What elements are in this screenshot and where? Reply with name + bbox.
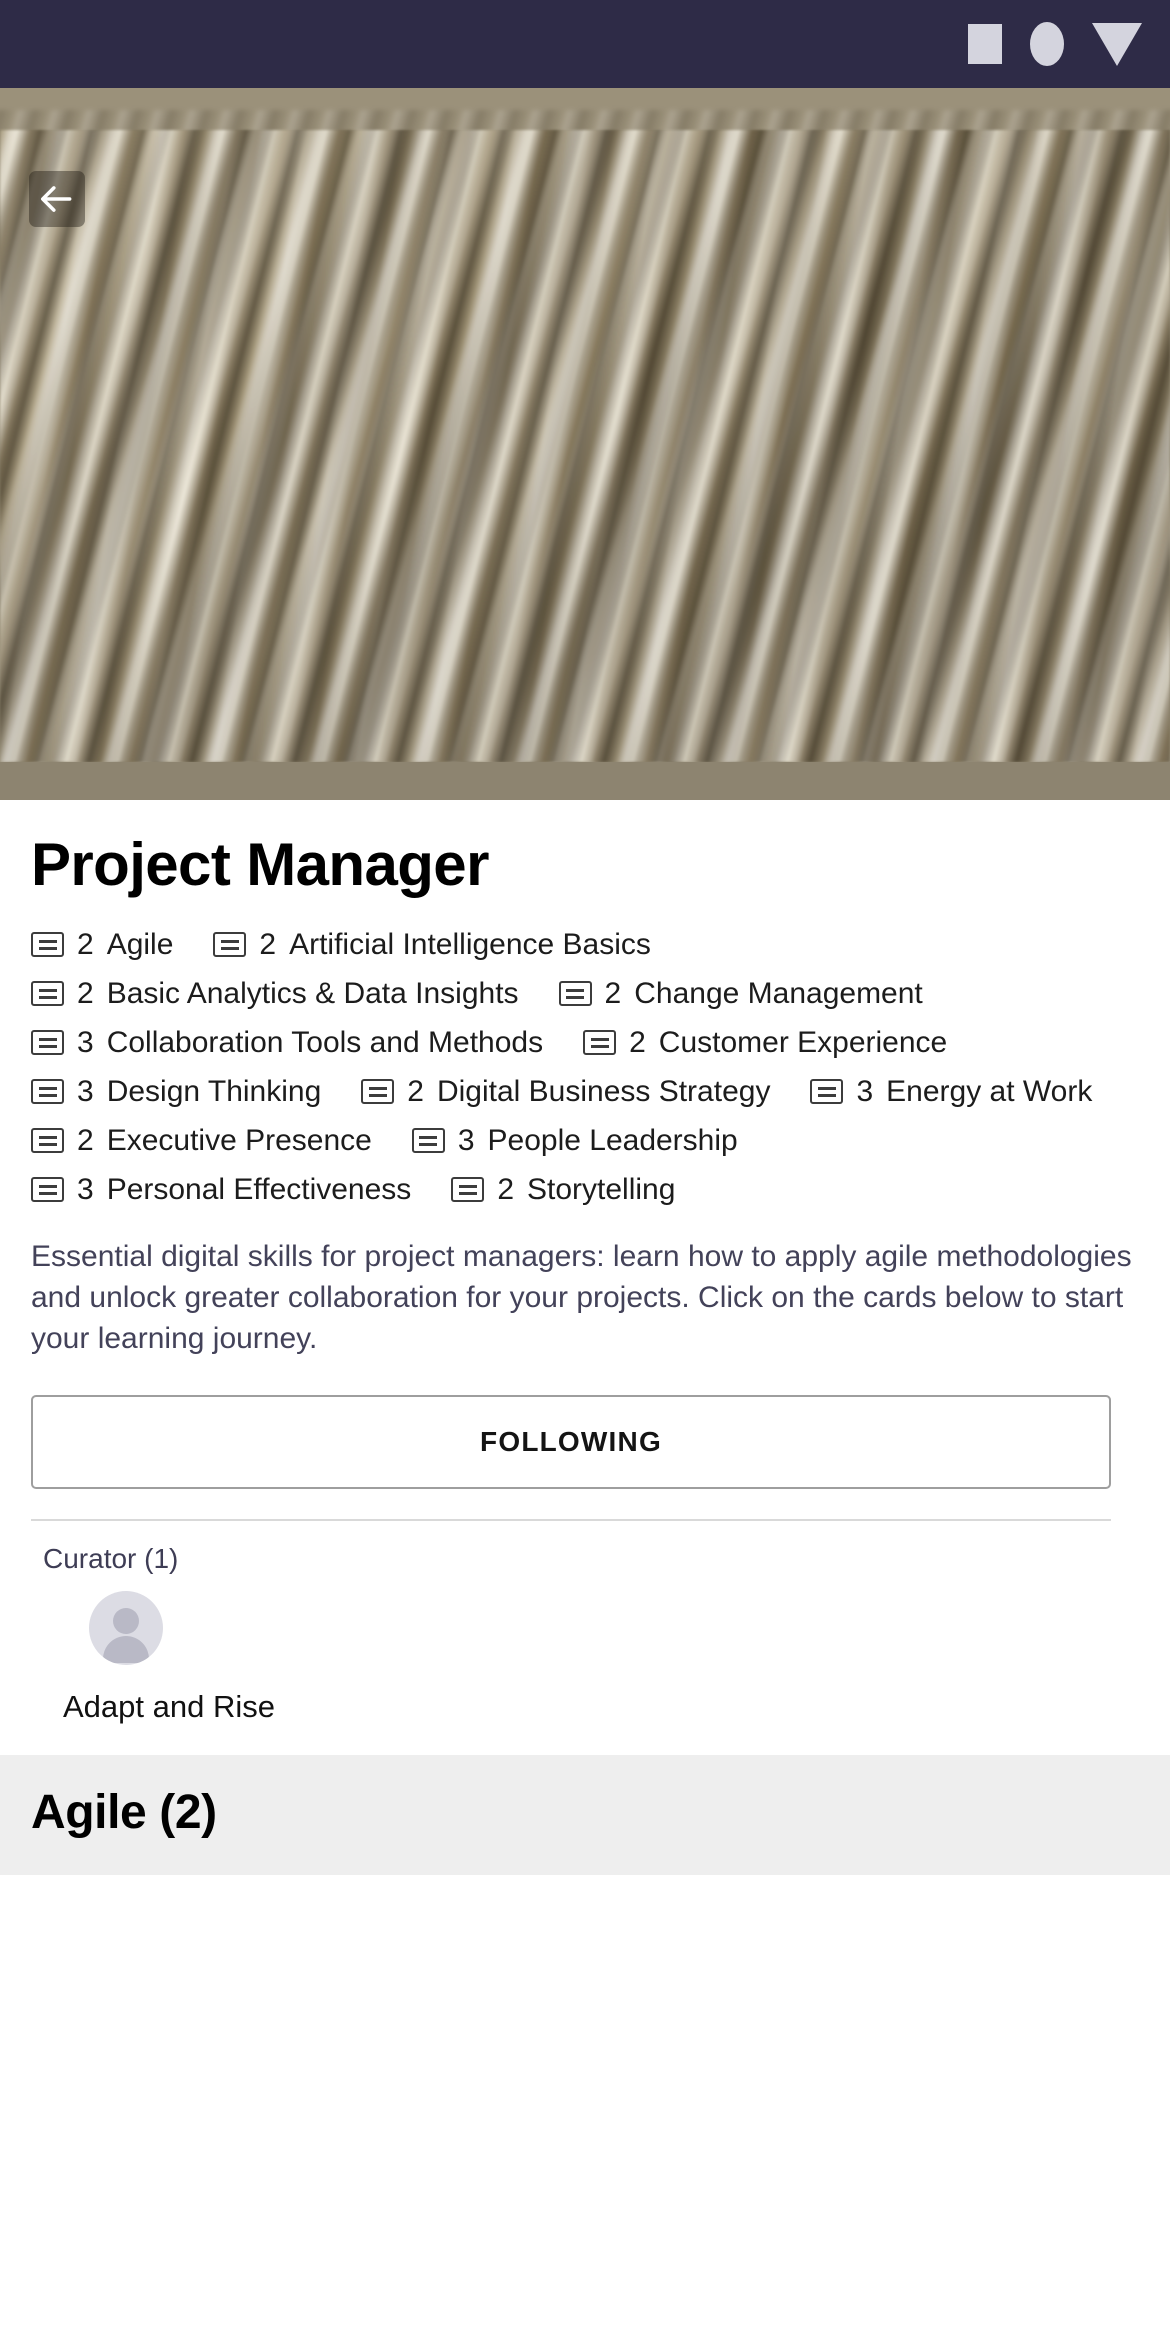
curator-heading: Curator (1) (43, 1543, 179, 1575)
card-icon (31, 1128, 64, 1153)
card-icon (31, 1079, 64, 1104)
next-section: Agile (2) (0, 1755, 1170, 1876)
triangle-down-icon (1092, 22, 1142, 66)
square-icon (968, 24, 1002, 64)
card-icon (213, 932, 247, 957)
hero-image (0, 88, 1170, 800)
person-placeholder-icon (89, 1591, 163, 1666)
page-title: Project Manager (31, 831, 489, 898)
skill-tag[interactable]: 2 Basic Analytics & Data Insights (31, 969, 519, 1018)
card-icon (31, 1177, 64, 1202)
skill-tag-label: Basic Analytics & Data Insights (106, 976, 519, 1010)
skill-tag[interactable]: 3 Collaboration Tools and Methods (31, 1018, 543, 1067)
card-icon (31, 1030, 64, 1055)
curator-name: Adapt and Rise (63, 1689, 275, 1725)
skill-tag-count: 2 (497, 1172, 514, 1206)
skill-tag[interactable]: 2 Storytelling (451, 1165, 675, 1214)
skill-tag-count: 2 (407, 1074, 424, 1108)
skill-tag-label: Customer Experience (658, 1025, 948, 1059)
hero-photo-sand-ripples (0, 130, 1170, 762)
skill-tag-count: 3 (77, 1025, 94, 1059)
card-icon (361, 1079, 395, 1104)
card-icon (583, 1030, 617, 1055)
skill-tag[interactable]: 3 Energy at Work (810, 1067, 1092, 1116)
following-button[interactable]: FOLLOWING (31, 1395, 1111, 1490)
skill-tag-label: Collaboration Tools and Methods (106, 1025, 544, 1059)
card-icon (31, 932, 64, 957)
skill-tag-label: Executive Presence (106, 1123, 372, 1157)
section-divider (31, 1519, 1111, 1522)
skill-tag-label: Storytelling (527, 1172, 676, 1206)
skill-tag-label: Design Thinking (106, 1074, 322, 1108)
skill-tag-count: 2 (77, 1123, 94, 1157)
status-bar (0, 0, 1170, 88)
skill-tag-count: 2 (604, 976, 622, 1010)
skill-tag[interactable]: 3 Personal Effectiveness (31, 1165, 411, 1214)
skill-tag[interactable]: 2 Agile (31, 920, 173, 969)
skill-tag-count: 2 (77, 927, 94, 961)
skill-tag[interactable]: 2 Artificial Intelligence Basics (213, 920, 651, 969)
skill-tag-count: 3 (77, 1172, 94, 1206)
skill-tag-label: Change Management (634, 976, 923, 1010)
skill-tag[interactable]: 2 Executive Presence (31, 1116, 372, 1165)
arrow-left-icon (38, 180, 76, 218)
back-button[interactable] (29, 171, 85, 227)
skill-tag-label: Energy at Work (886, 1074, 1093, 1108)
skill-tag-count: 2 (629, 1025, 646, 1059)
skill-tag-count: 2 (259, 927, 277, 961)
skill-tag-label: Personal Effectiveness (106, 1172, 412, 1206)
card-icon (558, 981, 592, 1006)
skill-tag[interactable]: 2 Customer Experience (583, 1018, 947, 1067)
card-icon (411, 1128, 445, 1153)
circle-icon (1030, 22, 1064, 66)
skill-tag-count: 3 (856, 1074, 874, 1108)
skill-tag-label: People Leadership (487, 1123, 738, 1157)
skill-tag-list: 2 Agile 2 Artificial Intelligence Basics… (31, 920, 1139, 1214)
curator-item[interactable]: Adapt and Rise (63, 1591, 1139, 1725)
skill-tag-count: 3 (77, 1074, 94, 1108)
skill-tag-label: Artificial Intelligence Basics (289, 927, 651, 961)
skill-tag-count: 2 (77, 976, 94, 1010)
page-description: Essential digital skills for project man… (31, 1240, 1132, 1356)
skill-tag-label: Digital Business Strategy (436, 1074, 771, 1108)
skill-tag[interactable]: 3 People Leadership (411, 1116, 738, 1165)
next-section-title: Agile (2) (31, 1786, 217, 1840)
card-icon (31, 981, 64, 1006)
card-icon (810, 1079, 844, 1104)
skill-tag-count: 3 (457, 1123, 475, 1157)
page-content: Project Manager 2 Agile 2 Artificial Int… (0, 800, 1170, 1726)
hero-letterbox-bottom (0, 762, 1170, 800)
skill-tag-label: Agile (106, 927, 174, 961)
skill-tag[interactable]: 2 Change Management (558, 969, 923, 1018)
skill-tag[interactable]: 3 Design Thinking (31, 1067, 321, 1116)
card-icon (451, 1177, 485, 1202)
skill-tag[interactable]: 2 Digital Business Strategy (361, 1067, 770, 1116)
